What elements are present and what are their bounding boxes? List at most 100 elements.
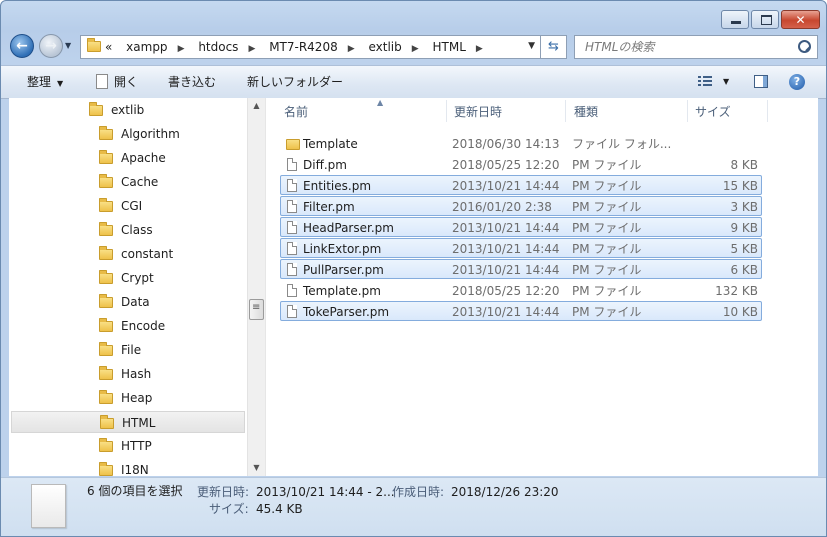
breadcrumb-html[interactable]: HTML <box>432 40 465 54</box>
column-header-name[interactable]: ▲ 名前 <box>284 98 383 124</box>
breadcrumb-separator-icon[interactable]: ▶ <box>412 44 419 54</box>
folder-icon <box>100 415 114 429</box>
tree-item-http[interactable]: HTTP <box>99 435 152 457</box>
column-divider[interactable] <box>446 100 447 122</box>
tree-item-i18n[interactable]: I18N <box>99 459 149 476</box>
burn-button[interactable]: 書き込む <box>168 66 216 98</box>
scroll-up-icon[interactable]: ▲ <box>248 98 265 114</box>
tree-item-constant[interactable]: constant <box>99 243 173 265</box>
file-date: 2018/06/30 14:13 <box>452 137 560 151</box>
tree-item-encode[interactable]: Encode <box>99 315 165 337</box>
tree-item-algorithm[interactable]: Algorithm <box>99 123 180 145</box>
address-dropdown-icon[interactable]: ▼ <box>528 41 535 51</box>
breadcrumb-extlib[interactable]: extlib <box>368 40 401 54</box>
file-row-headparser[interactable]: HeadParser.pm 2013/10/21 14:44 PM ファイル 9… <box>280 217 762 237</box>
file-name: LinkExtor.pm <box>303 242 382 256</box>
forward-button[interactable]: → <box>39 34 63 58</box>
folder-icon <box>99 126 113 140</box>
file-icon <box>287 158 297 171</box>
file-row-diff[interactable]: Diff.pm 2018/05/25 12:20 PM ファイル 8 KB <box>280 154 762 174</box>
breadcrumb-separator-icon[interactable]: ▶ <box>248 44 255 54</box>
column-header-label: 名前 <box>284 105 309 119</box>
search-input[interactable]: HTMLの検索 <box>574 35 818 59</box>
file-type: PM ファイル <box>572 179 642 193</box>
file-type: PM ファイル <box>572 284 642 298</box>
column-divider[interactable] <box>767 100 768 122</box>
organize-button[interactable]: 整理 ▼ <box>27 66 63 100</box>
refresh-icon: ⇆ <box>548 39 559 54</box>
back-button[interactable]: ← <box>10 34 34 58</box>
minimize-button[interactable] <box>721 10 749 29</box>
column-header-type[interactable]: 種類 <box>574 98 598 124</box>
breadcrumb-mt7[interactable]: MT7-R4208 <box>269 40 338 54</box>
recent-pages-dropdown[interactable]: ▼ <box>65 41 75 51</box>
column-header-size[interactable]: サイズ <box>695 98 731 124</box>
file-icon <box>287 242 297 255</box>
file-date: 2016/01/20 2:38 <box>452 200 552 214</box>
main-content: extlib Algorithm Apache Cache CGI Class … <box>9 98 818 476</box>
file-row-filter[interactable]: Filter.pm 2016/01/20 2:38 PM ファイル 3 KB <box>280 196 762 216</box>
column-divider[interactable] <box>687 100 688 122</box>
file-size: 10 KB <box>722 305 758 319</box>
file-row-tokeparser[interactable]: TokeParser.pm 2013/10/21 14:44 PM ファイル 1… <box>280 301 762 321</box>
file-type: ファイル フォル... <box>572 137 672 151</box>
file-row-entities[interactable]: Entities.pm 2013/10/21 14:44 PM ファイル 15 … <box>280 175 762 195</box>
file-row-pullparser[interactable]: PullParser.pm 2013/10/21 14:44 PM ファイル 6… <box>280 259 762 279</box>
tree-item-hash[interactable]: Hash <box>99 363 151 385</box>
tree-item-file[interactable]: File <box>99 339 141 361</box>
tree-item-apache[interactable]: Apache <box>99 147 166 169</box>
file-date: 2013/10/21 14:44 <box>452 305 560 319</box>
open-button[interactable]: 開く <box>96 66 138 98</box>
size-value: 45.4 KB <box>256 502 303 516</box>
tree-item-html[interactable]: HTML <box>11 411 245 433</box>
scrollbar-thumb[interactable] <box>249 299 264 320</box>
column-header-label: 更新日時 <box>454 105 503 119</box>
tree-item-crypt[interactable]: Crypt <box>99 267 154 289</box>
file-size: 3 KB <box>730 200 758 214</box>
new-folder-button[interactable]: 新しいフォルダー <box>247 66 343 98</box>
navigation-scrollbar[interactable]: ▲ ▼ <box>247 98 265 476</box>
file-row-template-pm[interactable]: Template.pm 2018/05/25 12:20 PM ファイル 132… <box>280 280 762 300</box>
refresh-button[interactable]: ⇆ <box>541 35 567 59</box>
multiple-files-icon <box>31 484 66 528</box>
tree-item-extlib[interactable]: extlib <box>89 99 144 121</box>
tree-item-data[interactable]: Data <box>99 291 150 313</box>
search-icon[interactable] <box>798 40 811 53</box>
view-options-chevron-icon[interactable]: ▼ <box>723 66 729 98</box>
tree-item-cache[interactable]: Cache <box>99 171 158 193</box>
address-bar[interactable]: « xampp ▶ htdocs ▶ MT7-R4208 ▶ extlib ▶ HTML… <box>80 35 541 59</box>
change-view-icon[interactable] <box>698 76 712 87</box>
breadcrumb-htdocs[interactable]: htdocs <box>198 40 238 54</box>
tree-item-class[interactable]: Class <box>99 219 153 241</box>
tree-item-heap[interactable]: Heap <box>99 387 152 409</box>
file-row-template-folder[interactable]: Template 2018/06/30 14:13 ファイル フォル... <box>280 133 762 153</box>
navigation-bar: ← → ▼ « xampp ▶ htdocs ▶ MT7-R4208 ▶ extlib… <box>1 33 826 61</box>
maximize-button[interactable] <box>751 10 779 29</box>
file-type: PM ファイル <box>572 200 642 214</box>
file-date: 2013/10/21 14:44 <box>452 179 560 193</box>
file-date: 2018/05/25 12:20 <box>452 284 560 298</box>
file-size: 9 KB <box>730 221 758 235</box>
column-divider[interactable] <box>565 100 566 122</box>
file-date: 2018/05/25 12:20 <box>452 158 560 172</box>
breadcrumb: « xampp ▶ htdocs ▶ MT7-R4208 ▶ extlib ▶ HTML… <box>105 36 493 58</box>
help-icon[interactable]: ? <box>789 74 805 90</box>
folder-icon <box>99 246 113 260</box>
file-row-linkextor[interactable]: LinkExtor.pm 2013/10/21 14:44 PM ファイル 5 … <box>280 238 762 258</box>
sort-ascending-icon: ▲ <box>377 98 384 107</box>
close-button[interactable]: ✕ <box>781 10 820 29</box>
breadcrumb-xampp[interactable]: xampp <box>126 40 167 54</box>
column-header-date[interactable]: 更新日時 <box>454 98 502 124</box>
chevron-down-icon: ▼ <box>57 79 64 88</box>
pane-splitter[interactable] <box>265 98 266 476</box>
tree-item-cgi[interactable]: CGI <box>99 195 142 217</box>
scroll-down-icon[interactable]: ▼ <box>248 460 265 476</box>
breadcrumb-separator-icon[interactable]: ▶ <box>348 44 355 54</box>
file-type: PM ファイル <box>572 242 642 256</box>
preview-pane-icon[interactable] <box>754 75 768 88</box>
open-label: 開く <box>114 75 139 89</box>
folder-icon <box>87 38 101 52</box>
breadcrumb-separator-icon[interactable]: ▶ <box>178 44 185 54</box>
breadcrumb-separator-icon[interactable]: ▶ <box>476 44 483 54</box>
breadcrumb-overflow[interactable]: « <box>105 40 112 54</box>
